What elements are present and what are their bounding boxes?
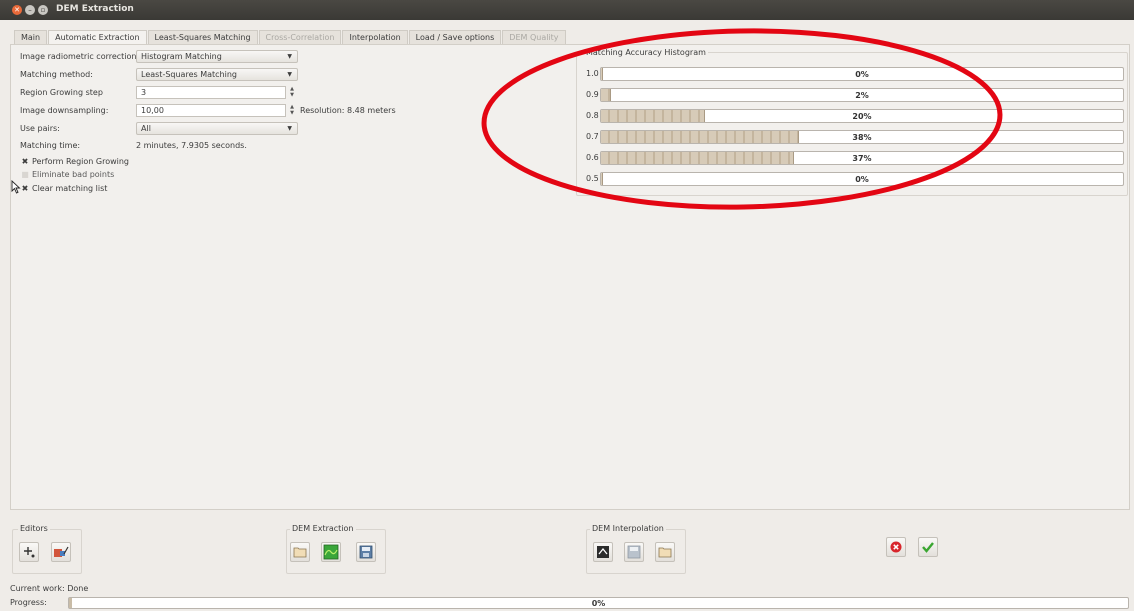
radiometric-combo[interactable]: Histogram Matching ▼ bbox=[136, 50, 298, 63]
edit-points-button[interactable] bbox=[51, 542, 71, 562]
downsampling-row: Image downsampling: 10,00 ▲ ▼ Resolution:… bbox=[20, 104, 420, 117]
cancel-button[interactable] bbox=[886, 537, 906, 557]
eliminate-label: Eliminate bad points bbox=[32, 170, 115, 179]
growing-step-spinner-icon[interactable]: ▲ ▼ bbox=[288, 86, 296, 99]
pairs-row: Use pairs: All ▼ bbox=[20, 122, 300, 135]
floppy-disk-icon bbox=[359, 545, 373, 559]
downsampling-label: Image downsampling: bbox=[20, 106, 109, 115]
chevron-down-icon: ▼ bbox=[287, 125, 292, 132]
tab-main[interactable]: Main bbox=[14, 30, 48, 44]
method-label: Matching method: bbox=[20, 70, 93, 79]
dem-extraction-open-button[interactable] bbox=[290, 542, 310, 562]
histogram-bin-label: 0.6 bbox=[586, 153, 599, 162]
histogram-bin-label: 0.7 bbox=[586, 132, 599, 141]
histogram-bin-label: 1.0 bbox=[586, 69, 599, 78]
plus-point-icon bbox=[24, 547, 35, 558]
dem-interpolation-group-title: DEM Interpolation bbox=[590, 524, 666, 533]
tab-dem-quality: DEM Quality bbox=[502, 30, 566, 44]
method-combo[interactable]: Least-Squares Matching ▼ bbox=[136, 68, 298, 81]
eliminate-bad-points-checkbox[interactable]: ■ Eliminate bad points bbox=[20, 168, 220, 181]
current-work-status: Current work: Done bbox=[10, 584, 89, 593]
growing-step-input[interactable]: 3 bbox=[136, 86, 286, 99]
growing-step-row: Region Growing step 3 ▲ ▼ bbox=[20, 86, 300, 99]
time-value: 2 minutes, 7.9305 seconds. bbox=[136, 141, 247, 150]
add-editor-button[interactable] bbox=[19, 542, 39, 562]
histogram-bar-track: 20% bbox=[600, 109, 1124, 123]
histogram-bin-label: 0.5 bbox=[586, 174, 599, 183]
chevron-down-icon: ▼ bbox=[287, 53, 292, 60]
maximize-window-icon[interactable]: ▫ bbox=[38, 5, 48, 15]
histogram-bar-track: 38% bbox=[600, 130, 1124, 144]
histogram-bar-percent: 38% bbox=[852, 133, 872, 142]
window-title: DEM Extraction bbox=[56, 4, 134, 14]
minimize-window-icon[interactable]: – bbox=[25, 5, 35, 15]
growing-step-label: Region Growing step bbox=[20, 88, 103, 97]
histogram-bar-percent: 0% bbox=[855, 70, 869, 79]
progress-label: Progress: bbox=[10, 598, 47, 607]
method-value: Least-Squares Matching bbox=[141, 70, 237, 79]
resolution-text: Resolution: 8.48 meters bbox=[300, 106, 396, 115]
dem-interpolation-save-button bbox=[624, 542, 644, 562]
folder-icon bbox=[293, 547, 307, 558]
method-row: Matching method: Least-Squares Matching … bbox=[20, 68, 300, 81]
interpolation-icon bbox=[597, 546, 609, 558]
histogram-bin-label: 0.8 bbox=[586, 111, 599, 120]
radiometric-row: Image radiometric correction: Histogram … bbox=[20, 50, 300, 63]
tab-automatic-extraction[interactable]: Automatic Extraction bbox=[48, 30, 147, 45]
floppy-disk-disabled-icon bbox=[627, 545, 641, 559]
histogram-bar-percent: 2% bbox=[855, 91, 869, 100]
ok-button[interactable] bbox=[918, 537, 938, 557]
checkbox-unchecked-icon: ■ bbox=[21, 170, 29, 179]
histogram-bin-label: 0.9 bbox=[586, 90, 599, 99]
pairs-combo[interactable]: All ▼ bbox=[136, 122, 298, 135]
close-window-icon[interactable]: ✕ bbox=[12, 5, 22, 15]
histogram-bar-track: 37% bbox=[600, 151, 1124, 165]
title-bar: ✕ – ▫ DEM Extraction bbox=[0, 0, 1134, 20]
edit-points-icon bbox=[54, 546, 69, 557]
progress-bar: 0% bbox=[68, 597, 1129, 609]
pairs-value: All bbox=[141, 124, 151, 133]
tab-least-squares-matching[interactable]: Least-Squares Matching bbox=[147, 30, 258, 44]
tab-interpolation[interactable]: Interpolation bbox=[342, 30, 408, 44]
radiometric-value: Histogram Matching bbox=[141, 52, 222, 61]
downsampling-spinner-icon[interactable]: ▲ ▼ bbox=[288, 104, 296, 117]
dem-surface-icon bbox=[323, 544, 339, 560]
region-growing-checkbox[interactable]: ✖ Perform Region Growing bbox=[20, 155, 220, 168]
clear-list-label: Clear matching list bbox=[32, 184, 108, 193]
histogram-bar-percent: 0% bbox=[855, 175, 869, 184]
dem-interpolation-open-button[interactable] bbox=[655, 542, 675, 562]
cancel-x-icon bbox=[890, 541, 902, 553]
mouse-cursor-icon bbox=[11, 180, 21, 194]
downsampling-input[interactable]: 10,00 bbox=[136, 104, 286, 117]
region-growing-label: Perform Region Growing bbox=[32, 157, 129, 166]
histogram-bar-track: 0% bbox=[600, 172, 1124, 186]
radiometric-label: Image radiometric correction: bbox=[20, 52, 140, 61]
time-label: Matching time: bbox=[20, 141, 81, 150]
dem-extraction-group-title: DEM Extraction bbox=[290, 524, 356, 533]
clear-matching-list-checkbox[interactable]: ✖ Clear matching list bbox=[20, 182, 220, 195]
dem-interpolation-run-button[interactable] bbox=[593, 542, 613, 562]
checkbox-checked-icon: ✖ bbox=[21, 157, 29, 166]
checkbox-checked-icon: ✖ bbox=[21, 184, 29, 193]
tab-load-save-options[interactable]: Load / Save options bbox=[408, 30, 502, 44]
progress-percent: 0% bbox=[591, 599, 606, 608]
histogram-bar-percent: 20% bbox=[852, 112, 872, 121]
editors-group-title: Editors bbox=[18, 524, 50, 533]
histogram-bar-track: 0% bbox=[600, 67, 1124, 81]
dem-extraction-save-button[interactable] bbox=[356, 542, 376, 562]
folder-icon bbox=[658, 547, 672, 558]
histogram-bar-percent: 37% bbox=[852, 154, 872, 163]
tab-bar: Main Automatic Extraction Least-Squares … bbox=[14, 30, 567, 45]
dem-extraction-run-button[interactable] bbox=[321, 542, 341, 562]
histogram-bar-track: 2% bbox=[600, 88, 1124, 102]
tab-cross-correlation: Cross-Correlation bbox=[258, 30, 342, 44]
chevron-down-icon: ▼ bbox=[287, 71, 292, 78]
histogram-title: Matching Accuracy Histogram bbox=[584, 48, 708, 57]
pairs-label: Use pairs: bbox=[20, 124, 60, 133]
time-row: Matching time: 2 minutes, 7.9305 seconds… bbox=[20, 139, 300, 152]
checkmark-icon bbox=[922, 542, 934, 553]
